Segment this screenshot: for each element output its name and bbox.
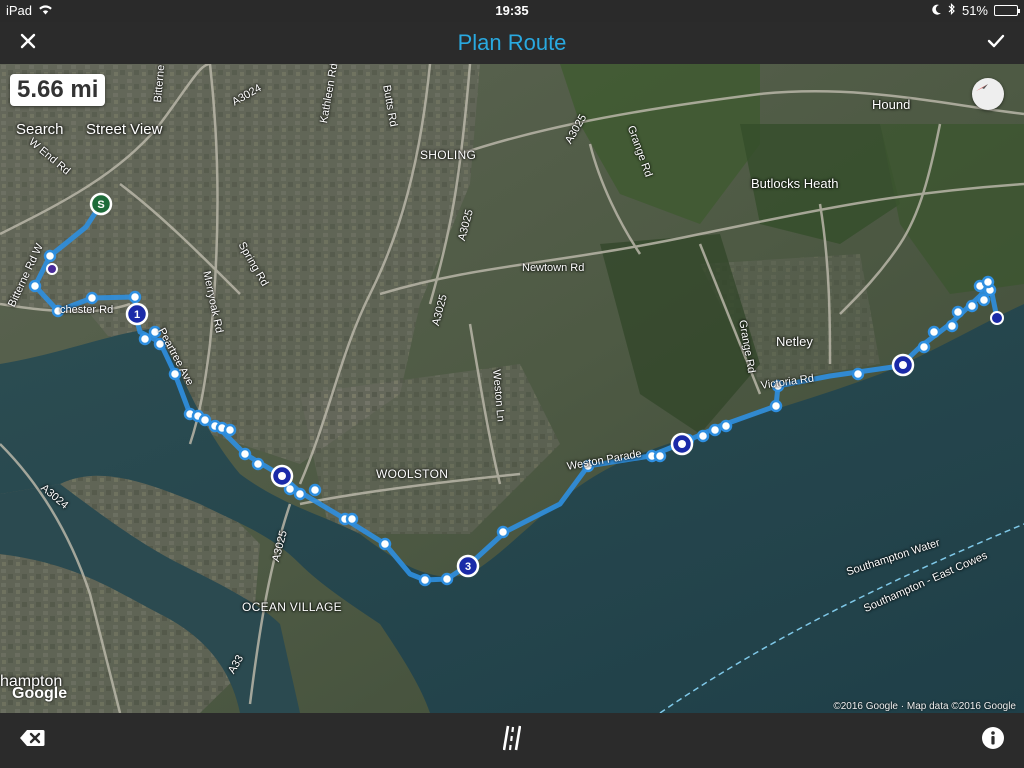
- route-point[interactable]: [696, 429, 710, 443]
- route-point[interactable]: [85, 291, 99, 305]
- waypoint-2-marker[interactable]: [270, 464, 294, 488]
- backspace-icon: [19, 729, 45, 752]
- label-woolston: WOOLSTON: [376, 467, 449, 481]
- route-point[interactable]: [345, 512, 359, 526]
- route-point[interactable]: [927, 325, 941, 339]
- via-marker[interactable]: [46, 263, 58, 275]
- route-point[interactable]: [293, 487, 307, 501]
- confirm-button[interactable]: [981, 28, 1011, 58]
- battery-icon: [994, 5, 1020, 16]
- google-logo: Google: [12, 685, 68, 702]
- street-view-link[interactable]: Street View: [86, 121, 162, 138]
- bluetooth-icon: [948, 3, 956, 18]
- route-point[interactable]: [977, 293, 991, 307]
- label-manchester-rd: chester Rd: [60, 304, 114, 316]
- route-point[interactable]: [496, 525, 510, 539]
- route-point[interactable]: [28, 279, 42, 293]
- label-hound: Hound: [872, 97, 911, 112]
- checkmark-icon: [987, 33, 1005, 54]
- label-netley: Netley: [776, 334, 813, 349]
- page-title: Plan Route: [457, 30, 567, 55]
- route-point[interactable]: [43, 249, 57, 263]
- app-window: iPad 19:35 51% Plan Route S 1 3 SHOLING …: [0, 0, 1024, 768]
- label-ocean-village: OCEAN VILLAGE: [242, 600, 342, 614]
- waypoint-3-marker[interactable]: 3: [456, 554, 480, 578]
- info-icon: [981, 726, 1005, 755]
- map-canvas: S 1 3: [0, 64, 1024, 713]
- status-right: 51%: [932, 3, 1020, 18]
- route-point[interactable]: [138, 332, 152, 346]
- route-point[interactable]: [951, 305, 965, 319]
- route-point[interactable]: [223, 423, 237, 437]
- waypoint-1-label: 1: [134, 309, 140, 321]
- info-button[interactable]: [978, 725, 1008, 755]
- map-attribution: ©2016 Google · Map data ©2016 Google: [833, 701, 1016, 712]
- start-marker-label: S: [97, 199, 104, 211]
- route-point[interactable]: [238, 447, 252, 461]
- satellite-map[interactable]: S 1 3 SHOLING WOOLSTON OCEAN VILLAGE Net…: [0, 64, 1024, 713]
- moon-icon: [932, 3, 942, 18]
- route-point[interactable]: [708, 423, 722, 437]
- waypoint-5-marker[interactable]: [891, 353, 915, 377]
- route-point[interactable]: [719, 419, 733, 433]
- waypoint-1-marker[interactable]: 1: [125, 302, 149, 326]
- search-link[interactable]: Search: [16, 121, 64, 138]
- route-point[interactable]: [653, 449, 667, 463]
- route-point[interactable]: [851, 367, 865, 381]
- route-point[interactable]: [769, 399, 783, 413]
- start-marker[interactable]: S: [89, 192, 113, 216]
- label-newtown-rd: Newtown Rd: [522, 262, 585, 274]
- battery-percent: 51%: [961, 3, 988, 18]
- road-icon: [502, 725, 522, 756]
- delete-point-button[interactable]: [17, 725, 47, 755]
- nav-bar: Plan Route: [0, 22, 1024, 64]
- route-point[interactable]: [440, 572, 454, 586]
- route-point[interactable]: [418, 573, 432, 587]
- route-point[interactable]: [128, 290, 142, 304]
- snap-to-road-button[interactable]: [497, 725, 527, 755]
- route-point[interactable]: [981, 275, 995, 289]
- route-point[interactable]: [945, 319, 959, 333]
- route-point[interactable]: [378, 537, 392, 551]
- waypoint-4-marker[interactable]: [670, 432, 694, 456]
- label-sholing: SHOLING: [420, 148, 477, 162]
- route-point[interactable]: [308, 483, 322, 497]
- compass-button[interactable]: [972, 78, 1004, 110]
- route-point[interactable]: [965, 299, 979, 313]
- route-point[interactable]: [917, 340, 931, 354]
- bottom-toolbar: [0, 713, 1024, 768]
- waypoint-3-label: 3: [465, 561, 471, 573]
- route-point[interactable]: [198, 413, 212, 427]
- status-bar: iPad 19:35 51%: [0, 0, 1024, 22]
- label-butlocks-heath: Butlocks Heath: [751, 176, 839, 191]
- end-marker[interactable]: [990, 311, 1004, 325]
- distance-readout: 5.66 mi: [10, 74, 106, 106]
- status-time: 19:35: [495, 3, 529, 18]
- route-point[interactable]: [251, 457, 265, 471]
